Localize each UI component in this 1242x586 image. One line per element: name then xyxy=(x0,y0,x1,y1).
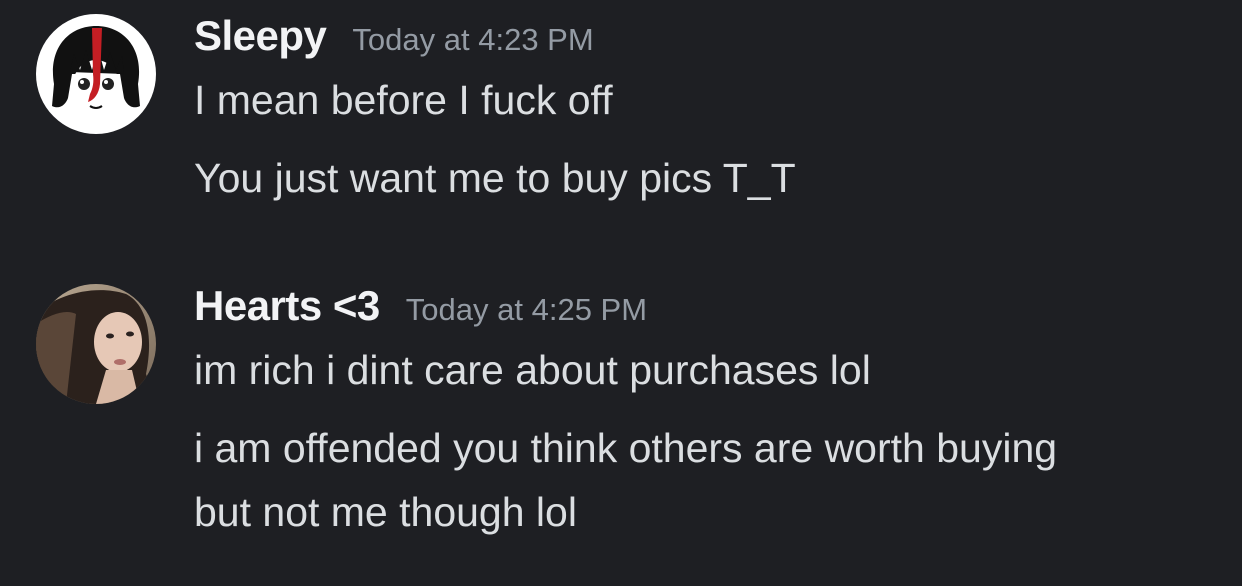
message-text: i am offended you think others are worth… xyxy=(194,425,1058,471)
avatar-hearts[interactable] xyxy=(36,284,156,404)
timestamp[interactable]: Today at 4:23 PM xyxy=(352,22,593,58)
message-text: I mean before I fuck off xyxy=(194,77,613,123)
woman-photo-avatar-image xyxy=(36,284,156,404)
message-text: im rich i dint care about purchases lol xyxy=(194,347,871,393)
message-header: Sleepy Today at 4:23 PM xyxy=(194,12,594,60)
anime-girl-avatar-image xyxy=(36,14,156,134)
avatar-sleepy[interactable] xyxy=(36,14,156,134)
message-header: Hearts <3 Today at 4:25 PM xyxy=(194,282,647,330)
message-text: You just want me to buy pics T_T xyxy=(194,155,796,201)
username[interactable]: Hearts <3 xyxy=(194,282,380,330)
timestamp[interactable]: Today at 4:25 PM xyxy=(406,292,647,328)
message-text: but not me though lol xyxy=(194,489,577,535)
username[interactable]: Sleepy xyxy=(194,12,327,60)
